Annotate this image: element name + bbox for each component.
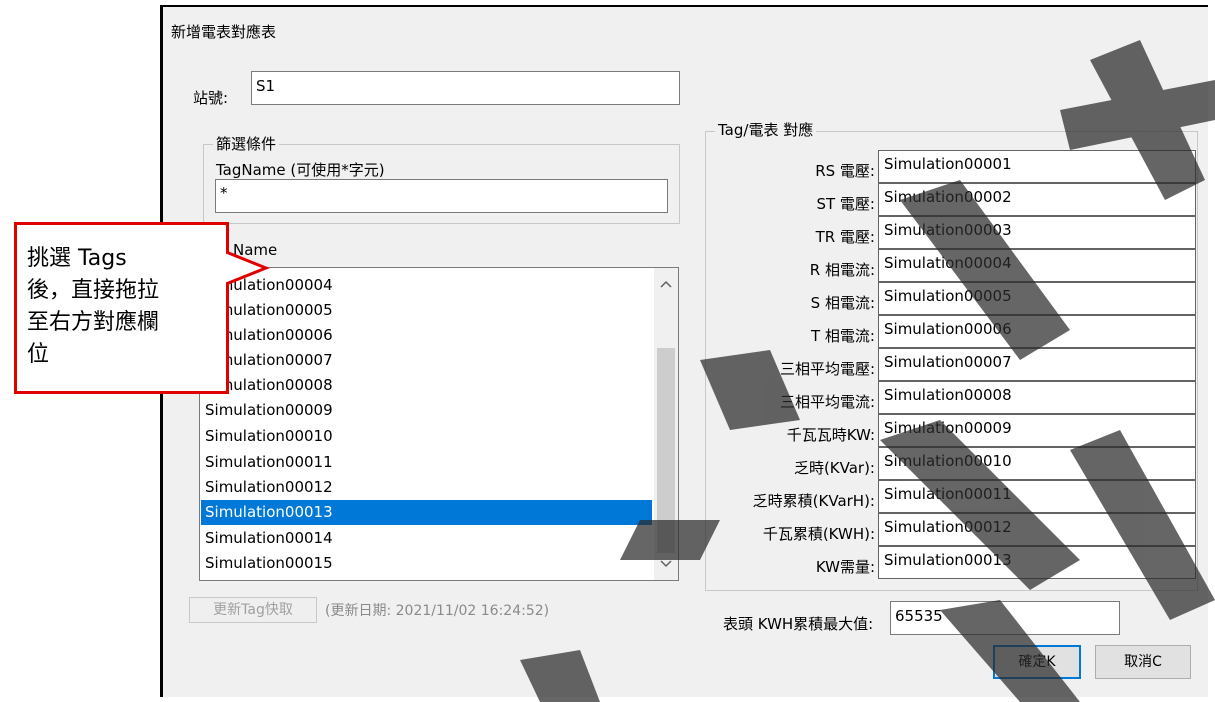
- scroll-down-arrow-icon[interactable]: [660, 560, 672, 568]
- tagname-filter-input[interactable]: *: [215, 179, 668, 213]
- mapping-label-kwh: 千瓦累積(KWH):: [762, 525, 875, 543]
- mapping-field-avg-voltage[interactable]: Simulation00007: [878, 348, 1196, 381]
- list-item[interactable]: Simulation00007: [205, 348, 651, 373]
- mapping-field-kw[interactable]: Simulation00009: [878, 414, 1196, 447]
- callout-line: 至右方對應欄: [27, 310, 160, 335]
- station-label: 站號:: [193, 89, 229, 107]
- mapping-field-s-current[interactable]: Simulation00005: [878, 282, 1196, 315]
- mapping-field-kw-demand[interactable]: Simulation00013: [878, 546, 1196, 579]
- mapping-field-tr[interactable]: Simulation00003: [878, 216, 1196, 249]
- filter-group-label: 篩選條件: [213, 133, 280, 154]
- list-item[interactable]: Simulation00008: [205, 373, 651, 398]
- mapping-field-t-current[interactable]: Simulation00006: [878, 315, 1196, 348]
- callout-line: 位: [27, 342, 50, 367]
- list-item[interactable]: Simulation00012: [205, 475, 651, 500]
- mapping-label-avg-voltage: 三相平均電壓:: [779, 360, 875, 378]
- mapping-field-st[interactable]: Simulation00002: [878, 183, 1196, 216]
- instruction-callout: 挑選 Tags 後，直接拖拉 至右方對應欄 位: [14, 222, 229, 394]
- tagname-label: TagName (可使用*字元): [216, 161, 385, 179]
- mapping-label-kw: 千瓦瓦時KW:: [786, 426, 875, 444]
- list-item[interactable]: Simulation00014: [205, 526, 651, 551]
- mapping-label-st: ST 電壓:: [816, 195, 875, 213]
- callout-line: 挑選 Tags: [27, 246, 127, 271]
- dialog-window: 新增電表對應表 站號: S1 篩選條件 TagName (可使用*字元) * N…: [160, 5, 1208, 697]
- list-scrollbar[interactable]: [654, 268, 678, 580]
- kwh-max-label: 表頭 KWH累積最大值:: [723, 615, 874, 633]
- mapping-label-r-current: R 相電流:: [809, 261, 875, 279]
- mapping-label-tr: TR 電壓:: [815, 228, 875, 246]
- callout-line: 後，直接拖拉: [27, 278, 160, 303]
- cancel-button[interactable]: 取消C: [1095, 645, 1191, 679]
- scroll-up-arrow-icon[interactable]: [660, 280, 672, 288]
- mapping-label-avg-current: 三相平均電流:: [779, 393, 875, 411]
- scroll-thumb[interactable]: [657, 348, 675, 553]
- refresh-tag-cache-button[interactable]: 更新Tag快取: [189, 597, 317, 623]
- ok-button[interactable]: 確定K: [993, 645, 1081, 679]
- kwh-max-input[interactable]: 65535: [890, 601, 1120, 635]
- list-item[interactable]: Simulation00015: [205, 551, 651, 576]
- callout-pointer-arrow: [226, 250, 271, 286]
- mapping-label-rs: RS 電壓:: [815, 162, 875, 180]
- tag-listbox[interactable]: Simulation00004 Simulation00005 Simulati…: [199, 267, 679, 581]
- mapping-field-r-current[interactable]: Simulation00004: [878, 249, 1196, 282]
- mapping-field-kwh[interactable]: Simulation00012: [878, 513, 1196, 546]
- list-item[interactable]: Simulation00009: [205, 398, 651, 423]
- mapping-group-label: Tag/電表 對應: [715, 119, 817, 140]
- dialog-title: 新增電表對應表: [171, 23, 277, 41]
- mapping-label-kvar: 乏時(KVar):: [793, 459, 875, 477]
- mapping-label-s-current: S 相電流:: [810, 294, 875, 312]
- mapping-field-kvarh[interactable]: Simulation00011: [878, 480, 1196, 513]
- list-item-selected[interactable]: Simulation00013: [201, 500, 652, 525]
- mapping-field-avg-current[interactable]: Simulation00008: [878, 381, 1196, 414]
- mapping-label-kvarh: 乏時累積(KVarH):: [752, 492, 875, 510]
- mapping-label-t-current: T 相電流:: [811, 327, 875, 345]
- list-item[interactable]: Simulation00010: [205, 424, 651, 449]
- list-item[interactable]: Simulation00006: [205, 323, 651, 348]
- list-item[interactable]: Simulation00005: [205, 298, 651, 323]
- mapping-label-kw-demand: KW需量:: [815, 558, 875, 576]
- list-item[interactable]: Simulation00011: [205, 450, 651, 475]
- mapping-field-kvar[interactable]: Simulation00010: [878, 447, 1196, 480]
- mapping-field-rs[interactable]: Simulation00001: [878, 150, 1196, 183]
- refresh-date-text: (更新日期: 2021/11/02 16:24:52): [325, 603, 550, 619]
- station-input[interactable]: S1: [251, 71, 680, 105]
